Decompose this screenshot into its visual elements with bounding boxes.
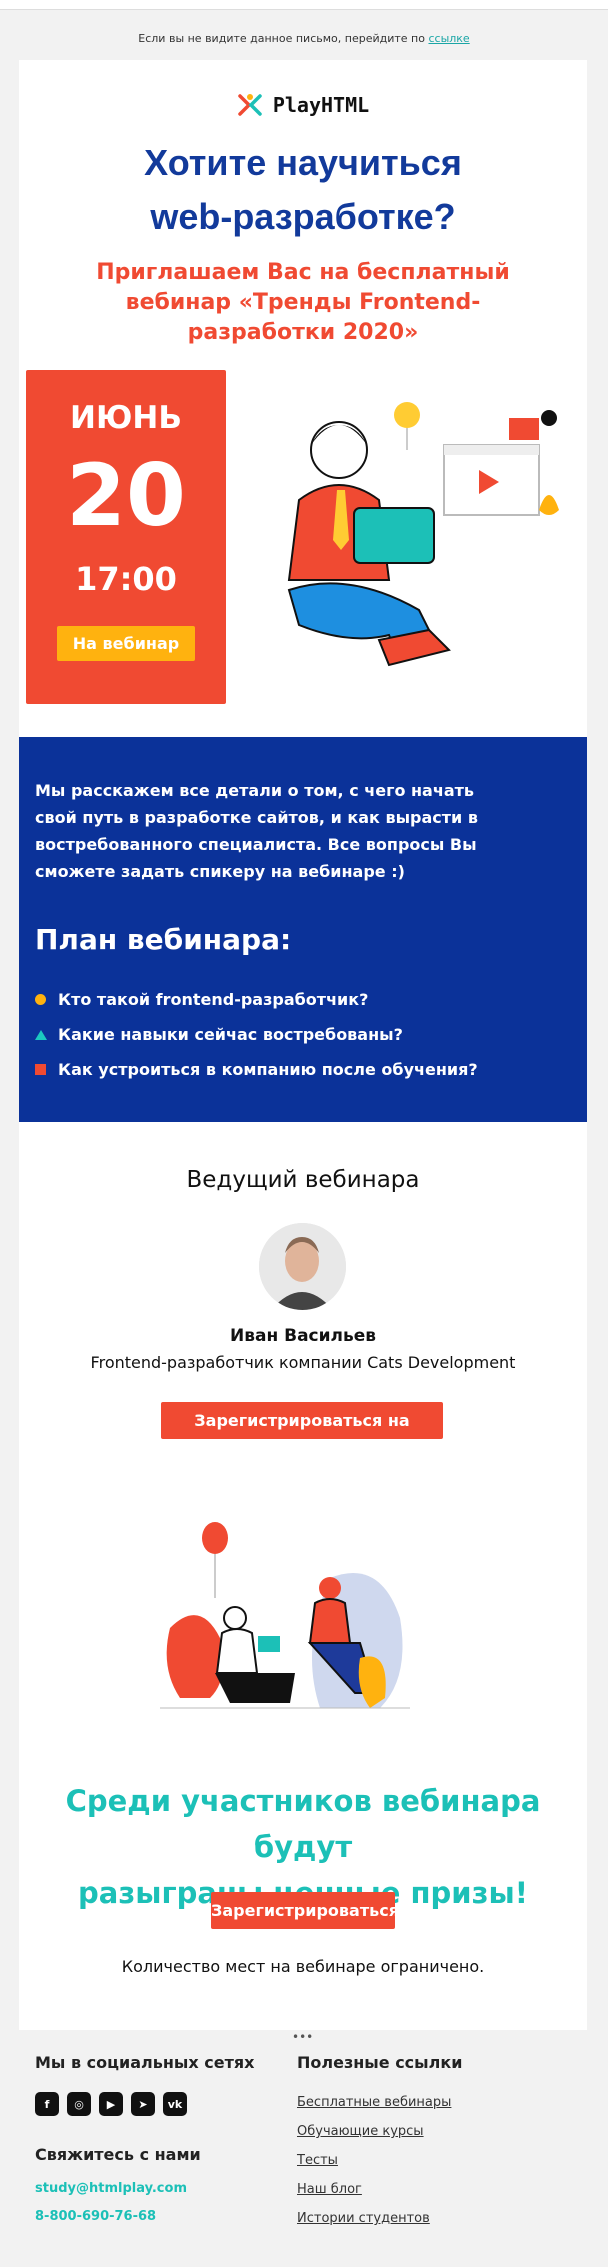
instagram-icon[interactable]: ◎ [67, 2092, 91, 2116]
contact-title: Свяжитесь с нами [35, 2145, 201, 2164]
plan-item: Кто такой frontend-разработчик? [35, 982, 587, 1017]
footer-link[interactable]: Истории студентов [297, 2211, 451, 2240]
preheader-text: Если вы не видите данное письмо, перейди… [138, 32, 425, 45]
speaker-name: Иван Васильев [229, 1326, 377, 1346]
links-title: Полезные ссылки [297, 2053, 463, 2072]
footer-link[interactable]: Наш блог [297, 2182, 451, 2211]
social-icons: f ◎ ▶ ➤ vk [35, 2092, 187, 2116]
telegram-icon[interactable]: ➤ [131, 2092, 155, 2116]
date-month: ИЮНЬ [70, 400, 182, 436]
teal-triangle-icon [35, 1029, 47, 1040]
date-day: 20 [66, 446, 186, 546]
footer-link[interactable]: Обучающие курсы [297, 2124, 451, 2153]
footer-link[interactable]: Бесплатные вебинары [297, 2095, 451, 2124]
yellow-dot-icon [35, 994, 46, 1005]
date-time: 17:00 [75, 560, 177, 598]
limited-seats-note: Количество мест на вебинаре ограничено. [121, 1957, 485, 1976]
top-bar [0, 0, 608, 10]
logo[interactable]: PlayHTML [19, 60, 587, 118]
plan-list: Кто такой frontend-разработчик? Какие на… [35, 982, 587, 1087]
hero-title-line1: Хотите научиться [144, 142, 462, 183]
developer-illustration [287, 402, 559, 667]
register-button[interactable]: Зарегистрироваться [211, 1892, 399, 1929]
team-illustration [160, 1522, 410, 1709]
red-square-icon [35, 1064, 46, 1075]
facebook-icon[interactable]: f [35, 2092, 59, 2116]
hero-subtitle: Приглашаем Вас на бесплатный вебинар «Тр… [96, 260, 510, 345]
plan-title: План вебинара: [35, 923, 292, 956]
youtube-icon[interactable]: ▶ [99, 2092, 123, 2116]
speaker-section-title: Ведущий вебинара [186, 1167, 420, 1193]
footer: Мы в социальных сетях f ◎ ▶ ➤ vk Свяжите… [19, 2045, 587, 2267]
preheader-link[interactable]: ссылке [428, 32, 469, 45]
plan-item: Какие навыки сейчас востребованы? [35, 1017, 587, 1052]
speaker-avatar [259, 1223, 346, 1310]
speaker-role: Frontend-разработчик компании Cats Devel… [90, 1353, 516, 1372]
intro-text: Мы расскажем все детали о том, с чего на… [35, 781, 478, 881]
footer-link[interactable]: Тесты [297, 2153, 451, 2182]
contact-phone[interactable]: 8-800-690-76-68 [35, 2209, 156, 2224]
register-webinar-button[interactable]: Зарегистрироваться на вебинар [161, 1402, 443, 1467]
intro-section: Мы расскажем все детали о том, с чего на… [19, 737, 587, 1122]
vk-icon[interactable]: vk [163, 2092, 187, 2116]
plan-item: Как устроиться в компанию после обучения… [35, 1052, 587, 1087]
hero-title: Хотите научиться web-разработке? [19, 136, 587, 244]
prize-line1: Среди участников вебинара будут [65, 1784, 541, 1864]
hero-title-line2: web-разработке? [150, 196, 456, 237]
date-box: ИЮНЬ 20 17:00 На вебинар [26, 370, 226, 704]
contact-email[interactable]: study@htmlplay.com [35, 2181, 187, 2196]
useful-links: Бесплатные вебинары Обучающие курсы Тест… [297, 2095, 451, 2240]
logo-text: PlayHTML [272, 93, 370, 117]
more-dots-icon[interactable]: ••• [292, 2030, 313, 2044]
webinar-button[interactable]: На вебинар [56, 626, 196, 661]
speaker-photo-icon [259, 1223, 346, 1310]
playhtml-logo-icon [238, 94, 262, 116]
preheader: Если вы не видите данное письмо, перейди… [0, 32, 608, 45]
hero-card: PlayHTML Хотите научиться web-разработке… [19, 60, 587, 737]
social-title: Мы в социальных сетях [35, 2053, 255, 2072]
